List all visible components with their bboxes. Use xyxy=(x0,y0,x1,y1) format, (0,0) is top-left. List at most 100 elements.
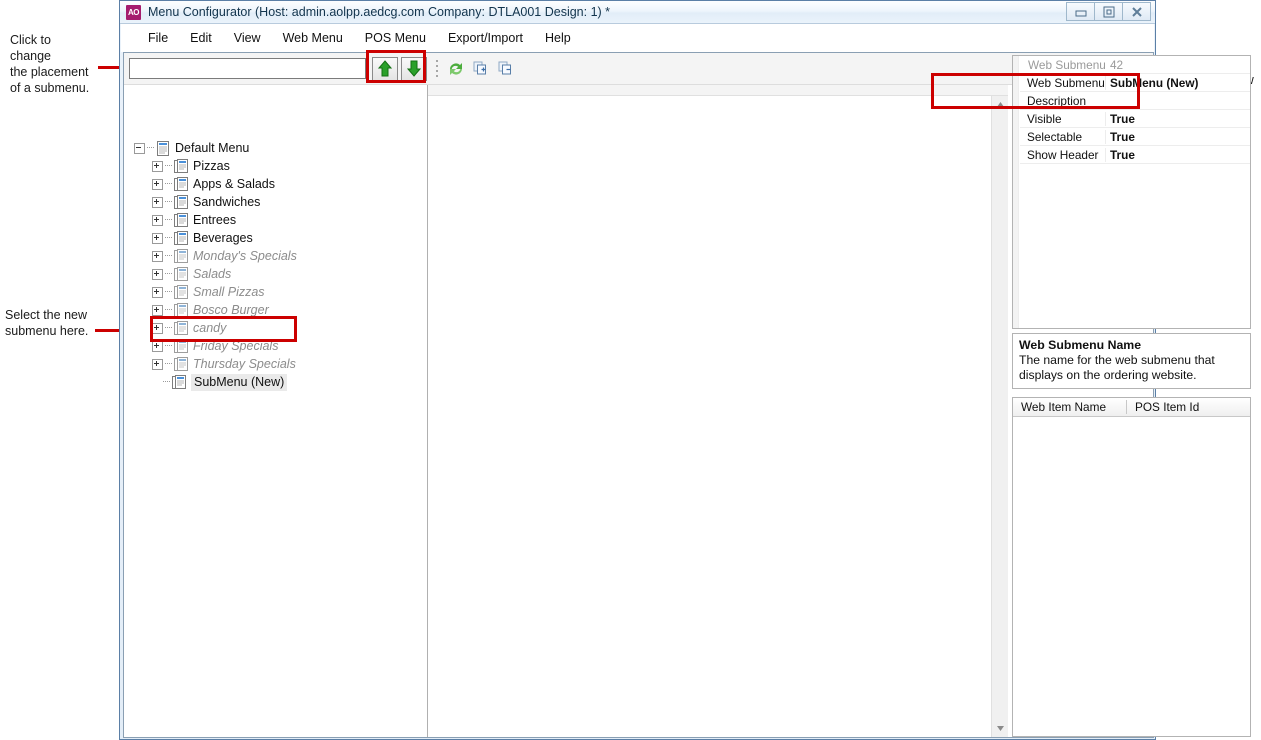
expand-toggle-icon[interactable] xyxy=(152,286,163,298)
scroll-down-button[interactable] xyxy=(992,720,1009,737)
property-row-show-header[interactable]: Show Header True xyxy=(1020,146,1250,164)
property-value[interactable]: True xyxy=(1105,129,1250,144)
tree-node-label: Pizzas xyxy=(193,158,230,173)
expand-toggle-icon[interactable] xyxy=(152,358,163,370)
menu-tree-panel: Default Menu Pizzas Apps & Salads Sandwi… xyxy=(124,85,427,737)
property-name: Show Header xyxy=(1027,147,1099,162)
expand-toggle-icon[interactable] xyxy=(152,232,163,244)
tree-node-label: Default Menu xyxy=(175,140,250,155)
expand-toggle-icon[interactable] xyxy=(152,268,163,280)
tree-node-label: Friday Specials xyxy=(193,338,279,353)
tree-node-submenu-new[interactable]: SubMenu (New) xyxy=(134,373,424,391)
tree-node-small-pizzas[interactable]: Small Pizzas xyxy=(134,283,424,301)
restore-button[interactable] xyxy=(1094,2,1123,21)
property-row-description[interactable]: Description xyxy=(1020,92,1250,110)
tree-node-beverages[interactable]: Beverages xyxy=(134,229,424,247)
column-header-pos-item-id[interactable]: POS Item Id xyxy=(1127,400,1199,414)
menu-tree[interactable]: Default Menu Pizzas Apps & Salads Sandwi… xyxy=(134,139,424,391)
menu-item-pos-menu[interactable]: POS Menu xyxy=(354,28,437,48)
search-input[interactable] xyxy=(129,58,366,79)
tree-connector xyxy=(163,381,170,383)
tree-node-entrees[interactable]: Entrees xyxy=(134,211,424,229)
expand-toggle-icon[interactable] xyxy=(152,196,163,208)
submenu-document-icon xyxy=(174,356,188,371)
property-name: Selectable xyxy=(1027,129,1083,144)
detail-panel-scrollbar[interactable] xyxy=(991,96,1008,737)
item-grid-header: Web Item Name POS Item Id xyxy=(1013,398,1250,417)
property-grid[interactable]: Web Submenu 42 Web Submenu SubMenu (New)… xyxy=(1012,55,1251,329)
tree-node-label: Thursday Specials xyxy=(193,356,296,371)
chevron-down-icon xyxy=(997,726,1004,731)
tree-node-pizzas[interactable]: Pizzas xyxy=(134,157,424,175)
tree-node-mondays-specials[interactable]: Monday's Specials xyxy=(134,247,424,265)
tree-connector xyxy=(165,165,172,167)
tree-node-default-menu[interactable]: Default Menu xyxy=(134,139,424,157)
tree-node-candy[interactable]: candy xyxy=(134,319,424,337)
tree-node-salads[interactable]: Salads xyxy=(134,265,424,283)
menu-document-icon xyxy=(157,140,169,156)
app-icon: AO xyxy=(126,4,141,20)
submenu-document-icon xyxy=(174,338,188,353)
expand-toggle-icon[interactable] xyxy=(152,322,163,334)
tree-connector xyxy=(165,237,172,239)
collapse-toggle-icon[interactable] xyxy=(134,142,145,154)
copy-remove-icon xyxy=(498,61,511,75)
tree-connector xyxy=(165,273,172,275)
menu-bar: File Edit View Web Menu POS Menu Export/… xyxy=(121,24,1154,52)
tree-node-sandwiches[interactable]: Sandwiches xyxy=(134,193,424,211)
property-name: Web Submenu xyxy=(1028,57,1105,72)
menu-item-export-import[interactable]: Export/Import xyxy=(437,28,534,48)
tree-node-bosco-burger[interactable]: Bosco Burger xyxy=(134,301,424,319)
copy-remove-button[interactable] xyxy=(496,59,516,79)
property-value[interactable]: True xyxy=(1105,147,1250,162)
screenshot-root: Click to change the placement of a subme… xyxy=(0,0,1261,740)
submenu-document-icon xyxy=(174,248,188,263)
expand-toggle-icon[interactable] xyxy=(152,160,163,172)
submenu-document-icon xyxy=(174,194,188,209)
minimize-button[interactable] xyxy=(1066,2,1095,21)
menu-item-file[interactable]: File xyxy=(137,28,179,48)
tree-node-thursday-specials[interactable]: Thursday Specials xyxy=(134,355,424,373)
chevron-up-icon xyxy=(997,102,1004,107)
item-grid[interactable]: Web Item Name POS Item Id xyxy=(1012,397,1251,737)
tree-node-apps-salads[interactable]: Apps & Salads xyxy=(134,175,424,193)
tree-connector xyxy=(165,291,172,293)
refresh-button[interactable] xyxy=(446,59,466,79)
scroll-up-button[interactable] xyxy=(992,96,1009,113)
menu-item-edit[interactable]: Edit xyxy=(179,28,223,48)
property-row-web-submenu-name[interactable]: Web Submenu SubMenu (New) xyxy=(1020,74,1250,92)
tree-node-label: candy xyxy=(193,320,227,335)
property-value[interactable]: True xyxy=(1105,111,1250,126)
property-help-body: The name for the web submenu that displa… xyxy=(1019,353,1215,382)
expand-toggle-icon[interactable] xyxy=(152,340,163,352)
tree-node-label: Sandwiches xyxy=(193,194,261,209)
property-row-visible[interactable]: Visible True xyxy=(1020,110,1250,128)
close-icon xyxy=(1131,6,1142,17)
move-up-button[interactable] xyxy=(372,57,398,81)
arrow-up-icon xyxy=(378,60,392,77)
close-button[interactable] xyxy=(1122,2,1151,21)
column-header-web-item-name[interactable]: Web Item Name xyxy=(1013,400,1127,414)
expand-toggle-icon[interactable] xyxy=(152,304,163,316)
property-row-web-submenu-id: Web Submenu 42 xyxy=(1020,56,1250,74)
property-value[interactable]: SubMenu (New) xyxy=(1105,75,1250,90)
tree-connector xyxy=(147,147,154,149)
submenu-document-icon xyxy=(174,158,188,173)
copy-add-button[interactable] xyxy=(471,59,491,79)
menu-item-view[interactable]: View xyxy=(223,28,272,48)
window-title: Menu Configurator (Host: admin.aolpp.aed… xyxy=(148,5,611,19)
tree-node-label: Bosco Burger xyxy=(193,302,269,317)
move-down-button[interactable] xyxy=(401,57,427,81)
expand-toggle-icon[interactable] xyxy=(152,214,163,226)
menu-item-help[interactable]: Help xyxy=(534,28,582,48)
property-row-selectable[interactable]: Selectable True xyxy=(1020,128,1250,146)
toolbar-separator xyxy=(436,60,439,78)
property-grid-stripe xyxy=(1013,56,1019,328)
expand-toggle-icon[interactable] xyxy=(152,178,163,190)
tree-node-label: Monday's Specials xyxy=(193,248,297,263)
expand-toggle-icon[interactable] xyxy=(152,250,163,262)
property-help-panel: Web Submenu Name The name for the web su… xyxy=(1012,333,1251,389)
annotation-select-submenu: Select the new submenu here. xyxy=(5,308,89,338)
tree-node-friday-specials[interactable]: Friday Specials xyxy=(134,337,424,355)
menu-item-web-menu[interactable]: Web Menu xyxy=(272,28,354,48)
